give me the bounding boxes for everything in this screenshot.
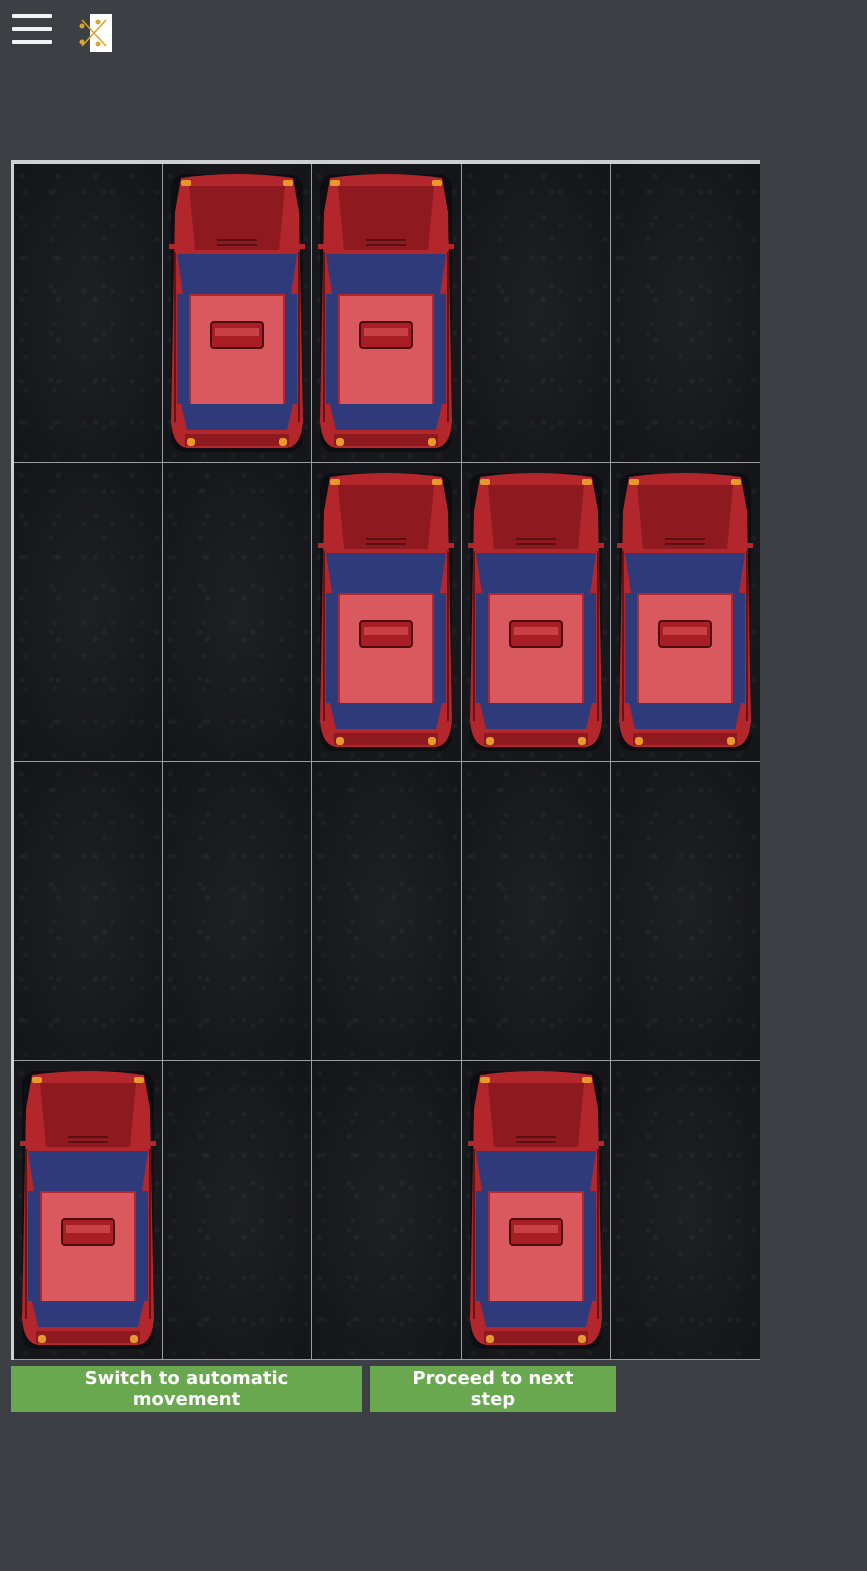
grid-cell[interactable] [461,762,611,1061]
grid-cell[interactable] [14,164,164,463]
red-car-top-view-icon[interactable] [167,172,307,454]
grid-cell[interactable] [14,1061,164,1360]
grid-cell[interactable] [610,762,760,1061]
grid-cell[interactable] [14,762,164,1061]
red-car-top-view-icon[interactable] [316,172,456,454]
red-car-top-view-icon[interactable] [466,1069,606,1351]
red-car-top-view-icon[interactable] [615,471,755,753]
grid-cell[interactable] [461,463,611,762]
red-car-top-view-icon[interactable] [316,471,456,753]
grid-cell[interactable] [610,164,760,463]
red-car-top-view-icon[interactable] [466,471,606,753]
grid-cell[interactable] [610,1061,760,1360]
grid-cell[interactable] [461,1061,611,1360]
grid-cell[interactable] [163,164,313,463]
control-bar: Switch to automatic movement Proceed to … [11,1366,616,1412]
crossing-paths-logo-icon[interactable] [78,14,112,52]
hamburger-menu-icon[interactable] [12,12,54,46]
grid-cell[interactable] [610,463,760,762]
switch-to-automatic-button[interactable]: Switch to automatic movement [11,1366,362,1412]
grid-cell[interactable] [163,1061,313,1360]
red-car-top-view-icon[interactable] [18,1069,158,1351]
proceed-next-step-button[interactable]: Proceed to next step [370,1366,616,1412]
grid-cell[interactable] [312,1061,462,1360]
grid-cell[interactable] [461,164,611,463]
grid-cell[interactable] [312,164,462,463]
grid-cell[interactable] [312,762,462,1061]
grid-cell[interactable] [312,463,462,762]
parking-grid [11,160,760,1360]
grid-cell[interactable] [163,463,313,762]
grid-cell[interactable] [163,762,313,1061]
grid-cell[interactable] [14,463,164,762]
